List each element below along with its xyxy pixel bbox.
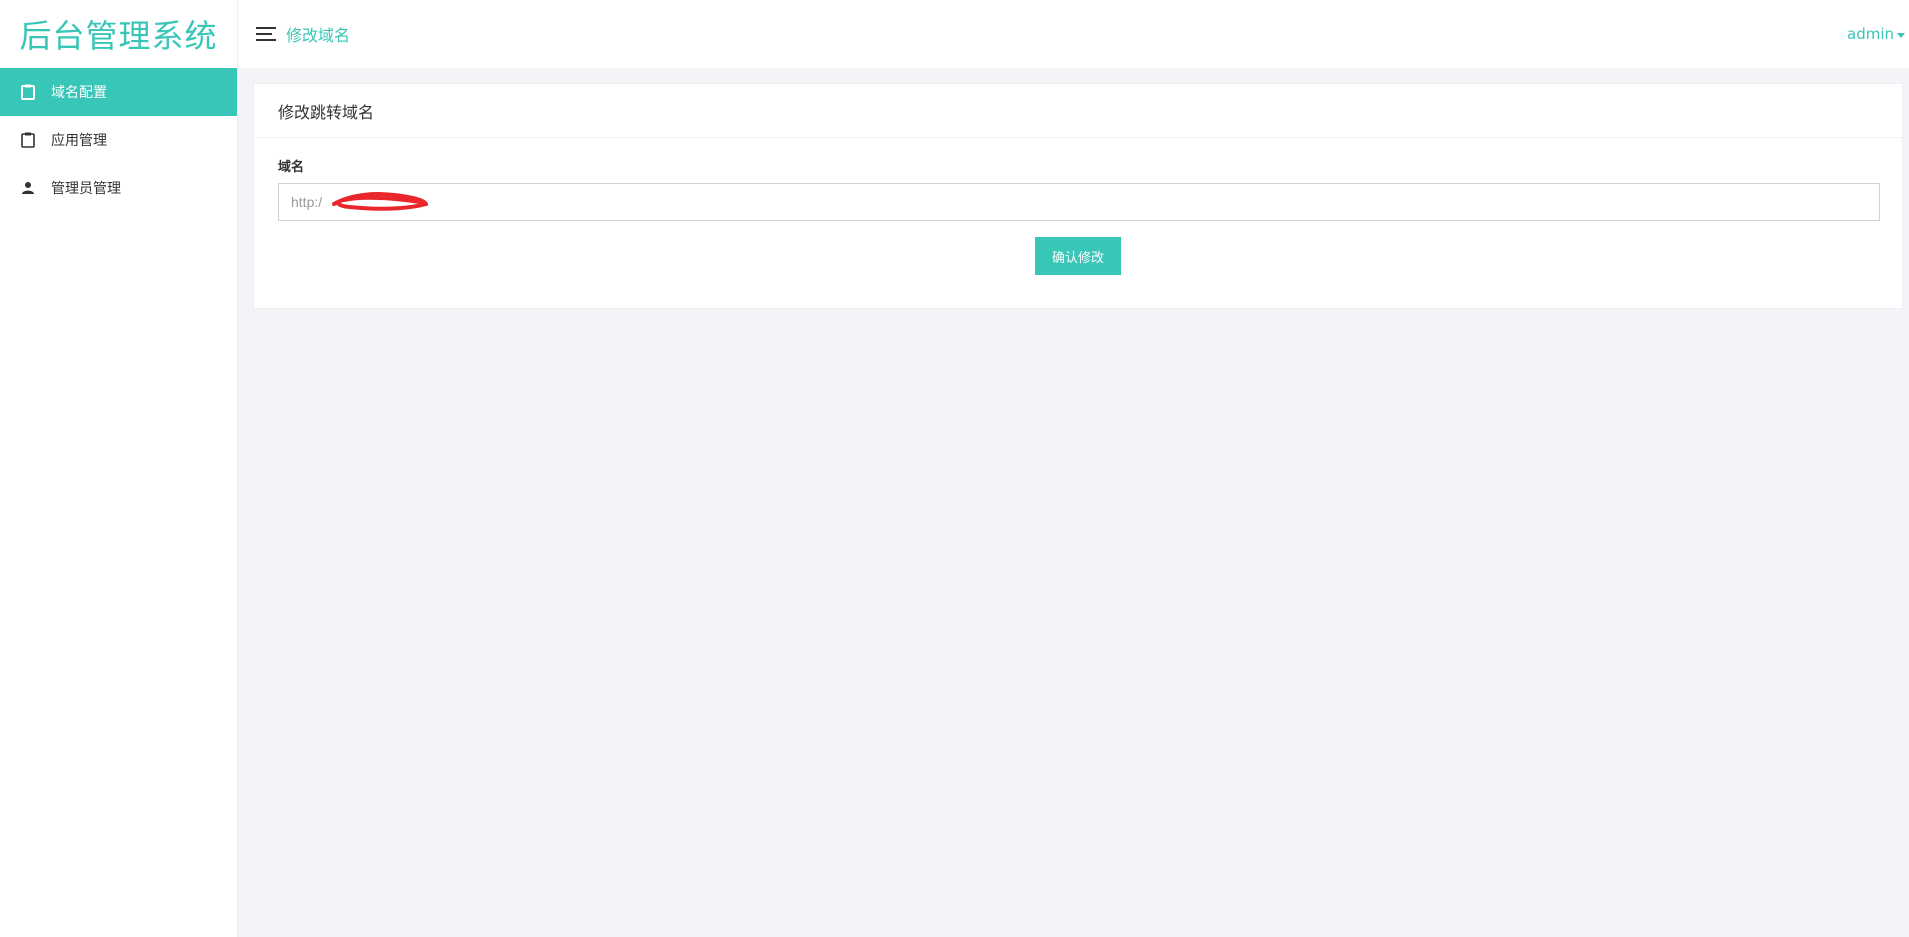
domain-field-label: 域名 [278,160,305,175]
clipboard-icon [20,84,36,100]
confirm-button[interactable]: 确认修改 [1035,237,1121,275]
sidebar-item-label: 域名配置 [51,85,107,101]
sidebar-item-label: 管理员管理 [51,181,121,197]
sidebar-item-domain-config[interactable]: 域名配置 [0,68,237,116]
edit-domain-card: 修改跳转域名 域名 确认修改 [253,83,1903,309]
username: admin [1847,25,1894,43]
page-title: 修改域名 [286,26,351,45]
form: 域名 确认修改 [254,138,1902,275]
clipboard-icon [20,132,36,148]
sidebar: 后台管理系统 域名配置 应用管理 管理员管理 [0,0,238,937]
redaction-scribble [332,192,428,211]
hamburger-icon[interactable] [254,22,278,46]
top-bar: 修改域名 admin [238,0,1909,68]
sidebar-item-label: 应用管理 [51,133,107,149]
user-menu[interactable]: admin [1847,0,1905,68]
domain-field[interactable] [278,183,1880,221]
chevron-down-icon [1897,32,1905,38]
card-title: 修改跳转域名 [254,84,1902,138]
app-title: 后台管理系统 [19,17,218,55]
sidebar-item-app-management[interactable]: 应用管理 [0,116,237,164]
person-icon [20,180,36,196]
sidebar-item-admin-management[interactable]: 管理员管理 [0,164,237,212]
